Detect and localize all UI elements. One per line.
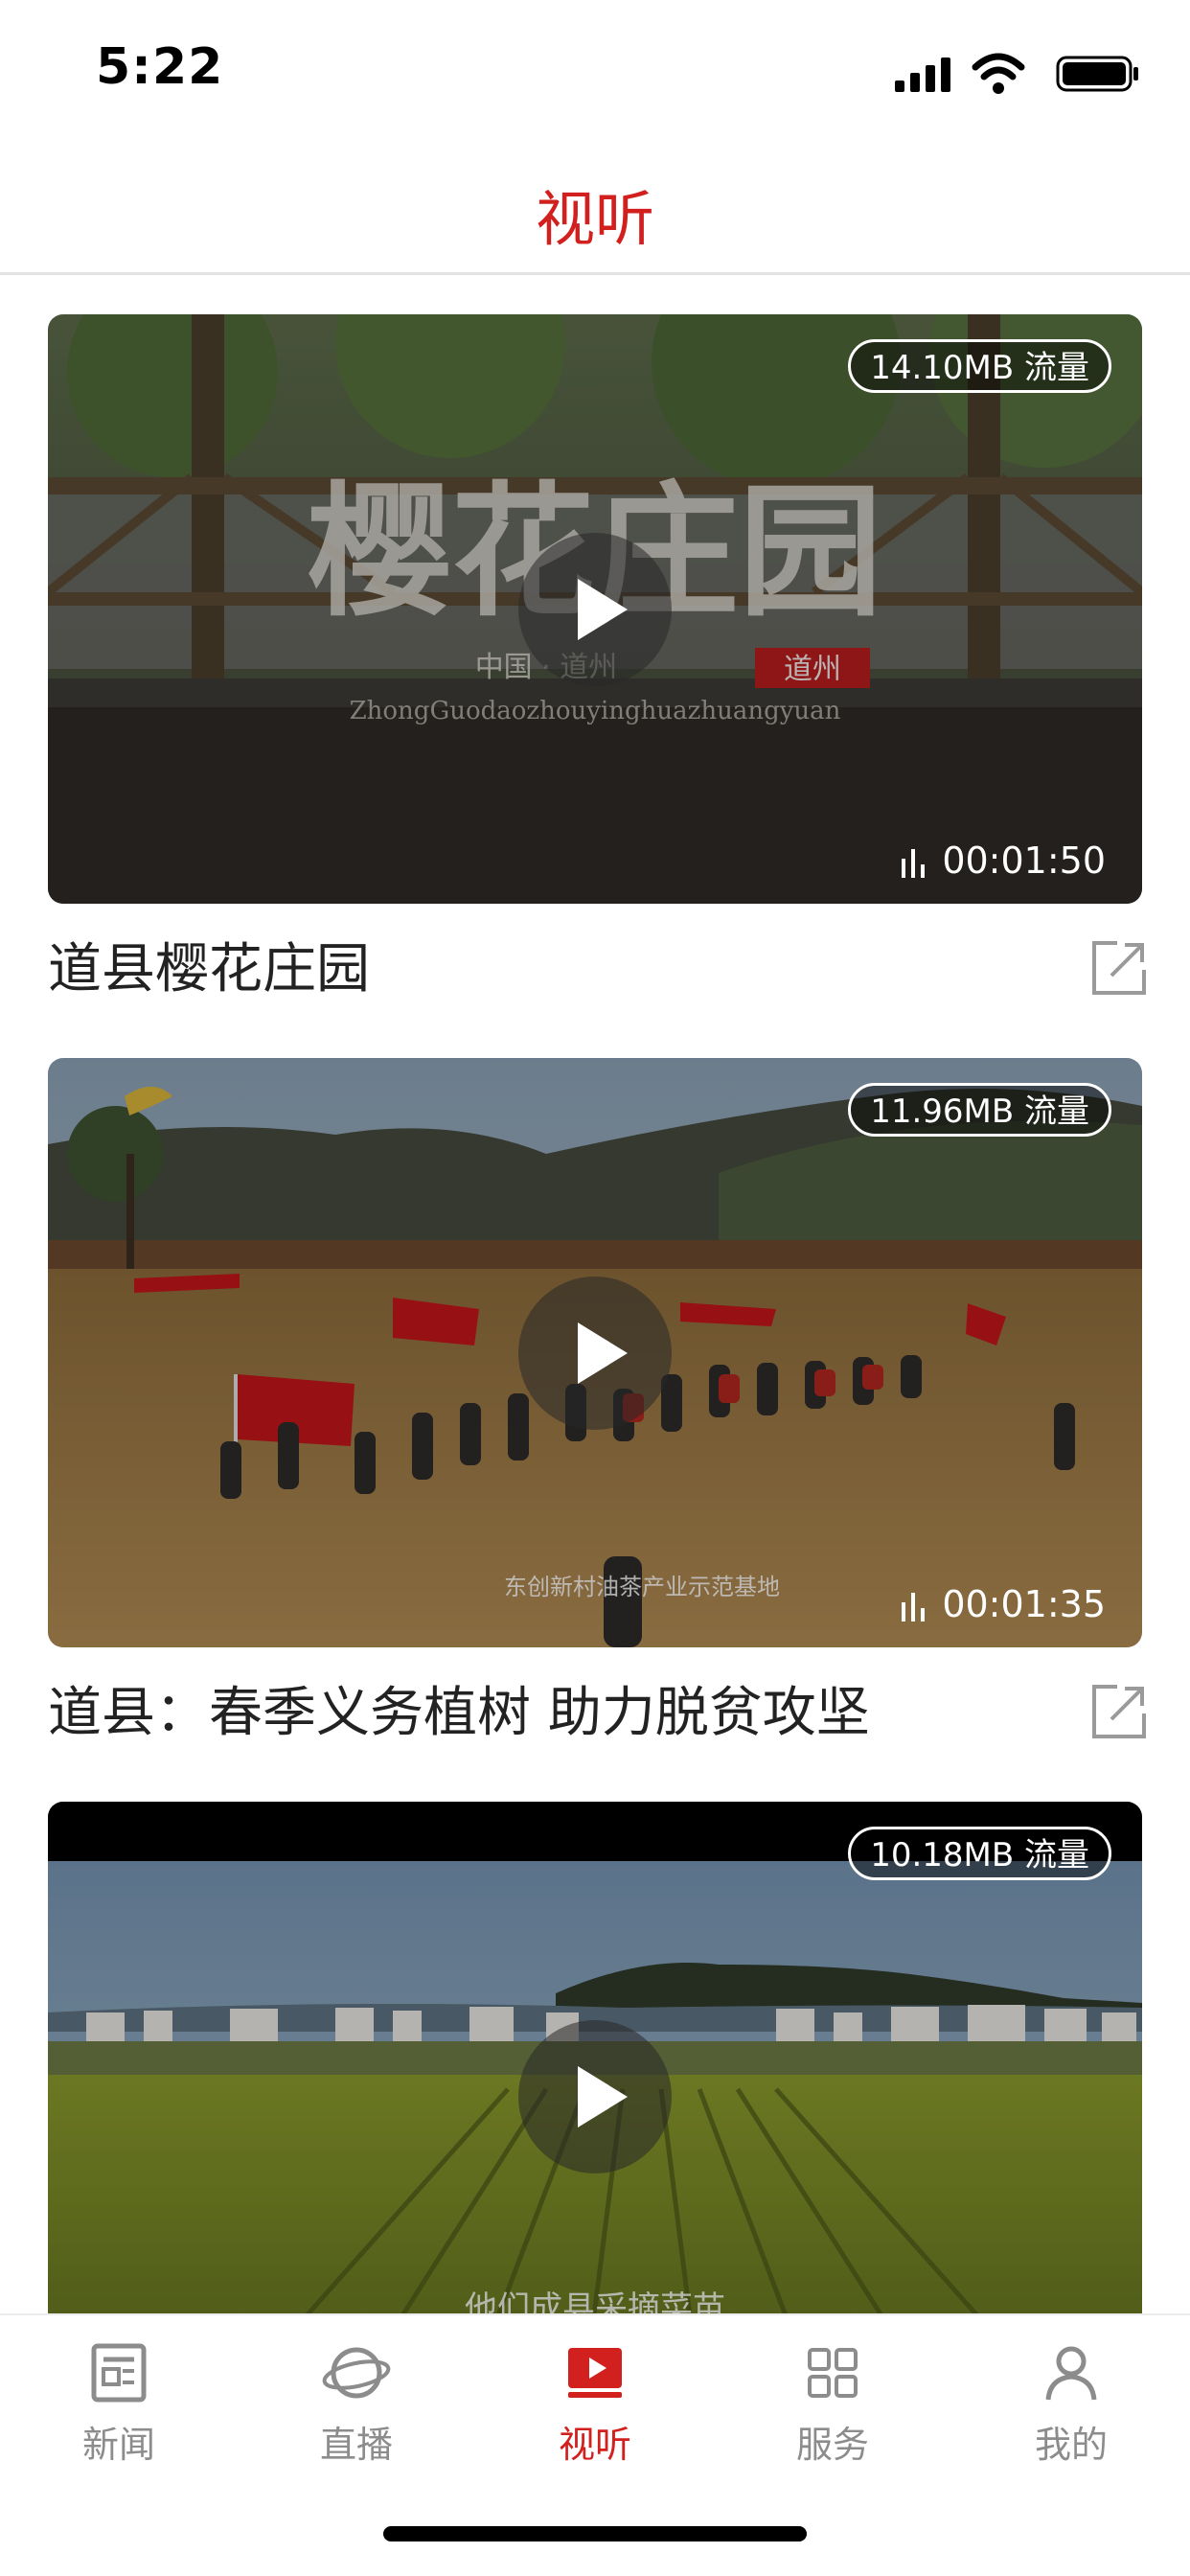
audio-bars-icon: [902, 1592, 926, 1622]
tab-label: 直播: [319, 2424, 393, 2466]
video-card[interactable]: 樱花庄园 中国 · 道州 道州 ZhongGuodaozhouyinghuazh…: [48, 314, 1146, 1000]
play-button[interactable]: [518, 533, 672, 686]
duration-text: 00:01:35: [942, 1583, 1106, 1625]
play-icon: [578, 2066, 628, 2128]
tab-news[interactable]: 新闻: [0, 2338, 238, 2482]
news-icon: [91, 2343, 147, 2403]
video-feed[interactable]: 樱花庄园 中国 · 道州 道州 ZhongGuodaozhouyinghuazh…: [0, 278, 1190, 2313]
video-title[interactable]: 道县樱花庄园: [48, 926, 370, 1003]
tab-label: 服务: [795, 2424, 869, 2466]
video-card[interactable]: 他们成县采摘菜苗 10.18MB 流量: [48, 1802, 1142, 2313]
video-icon: [568, 2348, 622, 2398]
data-usage-badge: 11.96MB 流量: [848, 1083, 1111, 1137]
grid-icon: [808, 2348, 858, 2398]
share-icon[interactable]: [1088, 937, 1150, 999]
data-usage-badge: 10.18MB 流量: [848, 1827, 1111, 1880]
play-button[interactable]: [518, 2020, 672, 2174]
video-duration: 00:01:50: [898, 837, 1106, 885]
tab-video[interactable]: 视听: [476, 2338, 714, 2482]
video-thumbnail[interactable]: 东创新村油茶产业示范基地 11.96MB 流量 00:01:35: [48, 1058, 1142, 1647]
play-icon: [578, 1322, 628, 1384]
cellular-signal-icon: [895, 52, 952, 96]
battery-icon: [1056, 56, 1138, 92]
live-icon: [322, 2347, 391, 2399]
video-card[interactable]: 东创新村油茶产业示范基地 11.96MB 流量 00:01:35 道县：春季义务…: [48, 1058, 1146, 1744]
play-icon: [578, 579, 628, 640]
tab-label: 新闻: [81, 2424, 155, 2466]
video-title[interactable]: 道县：春季义务植树 助力脱贫攻坚: [48, 1669, 870, 1747]
tab-profile[interactable]: 我的: [952, 2338, 1190, 2482]
video-thumbnail[interactable]: 他们成县采摘菜苗 10.18MB 流量: [48, 1802, 1142, 2313]
tab-label: 我的: [1034, 2424, 1108, 2466]
app-screen: 5:22 视听 中国 道州 ZhongGuodaozhouyinghuazhua…: [0, 0, 1190, 2576]
tab-services[interactable]: 服务: [714, 2338, 951, 2482]
tab-label: 视听: [558, 2424, 631, 2466]
play-button[interactable]: [518, 1276, 672, 1430]
share-icon[interactable]: [1088, 1681, 1150, 1742]
profile-icon: [1045, 2346, 1097, 2401]
nav-header: 视听: [0, 134, 1190, 275]
video-duration: 00:01:35: [898, 1580, 1106, 1628]
duration-text: 00:01:50: [942, 840, 1106, 882]
data-usage-badge: 14.10MB 流量: [848, 339, 1111, 393]
page-title: 视听: [535, 184, 654, 254]
status-icons: [895, 52, 1144, 96]
wifi-icon: [972, 53, 1025, 94]
status-time: 5:22: [96, 38, 224, 96]
video-thumbnail[interactable]: 樱花庄园 中国 · 道州 道州 ZhongGuodaozhouyinghuazh…: [48, 314, 1142, 904]
status-bar: 5:22: [0, 0, 1190, 134]
home-indicator[interactable]: [383, 2526, 807, 2542]
audio-bars-icon: [902, 848, 926, 878]
tab-live[interactable]: 直播: [238, 2338, 475, 2482]
